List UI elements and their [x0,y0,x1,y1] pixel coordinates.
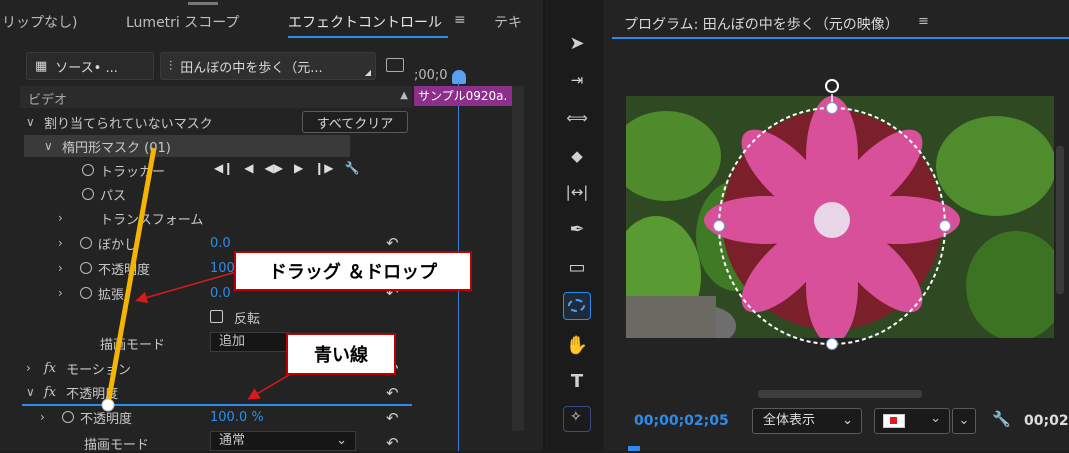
program-timecode-right: 00;02 [1024,413,1069,429]
hand-tool-icon[interactable]: ✋ [565,334,589,358]
drag-arrow-line [105,147,157,405]
program-vertical-scrollbar[interactable] [1056,146,1064,294]
ellipse-mask-path[interactable] [718,107,946,345]
mask-handle-bottom[interactable] [826,338,838,350]
mask-rotate-handle[interactable] [825,79,839,93]
selection-tool-icon[interactable]: ➤ [565,32,589,56]
program-menu-icon[interactable]: ≡ [918,14,929,29]
mask-handle-top[interactable] [826,102,838,114]
ellipse-tool-button[interactable] [563,292,591,320]
zoom-value: 全体表示 [763,413,816,428]
ripple-edit-tool-icon[interactable]: ⟺ [565,106,589,130]
annotation-arrows [101,147,295,412]
callout-arrow-line [247,371,295,400]
mask-overlay[interactable] [600,70,1069,360]
mask-handle-left[interactable] [713,220,725,232]
drop-point-marker [101,398,115,412]
type-tool-icon[interactable]: T [565,370,589,394]
chevron-down-icon: ⌄ [930,411,941,426]
mask-handle-right[interactable] [939,220,951,232]
slip-tool-icon[interactable]: |↔| [565,180,589,204]
auto-tool-button[interactable]: ✧ [563,406,591,432]
razor-tool-icon[interactable]: ◆ [565,144,589,168]
mask-overlay-select[interactable]: ⌄ [874,408,950,434]
pen-tool-icon[interactable]: ✒ [565,218,589,242]
sparkle-select-icon: ✧ [570,409,582,425]
program-tab-underline [612,37,1069,39]
rectangle-tool-icon[interactable]: ▭ [565,256,589,280]
chevron-down-icon: ⌄ [842,413,853,428]
ellipse-tool-icon [568,299,585,312]
zoom-select[interactable]: 全体表示 ⌄ [752,408,862,434]
track-select-tool-icon[interactable]: ⇥ [565,68,589,92]
drag-drop-callout: ドラッグ ＆ドロップ [234,251,472,291]
dropdown-arrow-button[interactable]: ⌄ [952,408,976,434]
chevron-down-icon: ⌄ [958,413,970,428]
playhead-mini[interactable] [628,446,640,451]
wrench-icon[interactable]: 🔧 [992,410,1011,428]
overlay-color-icon [883,414,905,428]
program-horizontal-scrollbar[interactable] [758,390,922,398]
callout-arrow-drag [135,271,237,304]
program-timecode[interactable]: 00;00;02;05 [634,413,729,429]
program-title: プログラム: 田んぼの中を歩く（元の映像） [624,17,899,33]
blue-line-callout: 青い線 [286,333,396,375]
